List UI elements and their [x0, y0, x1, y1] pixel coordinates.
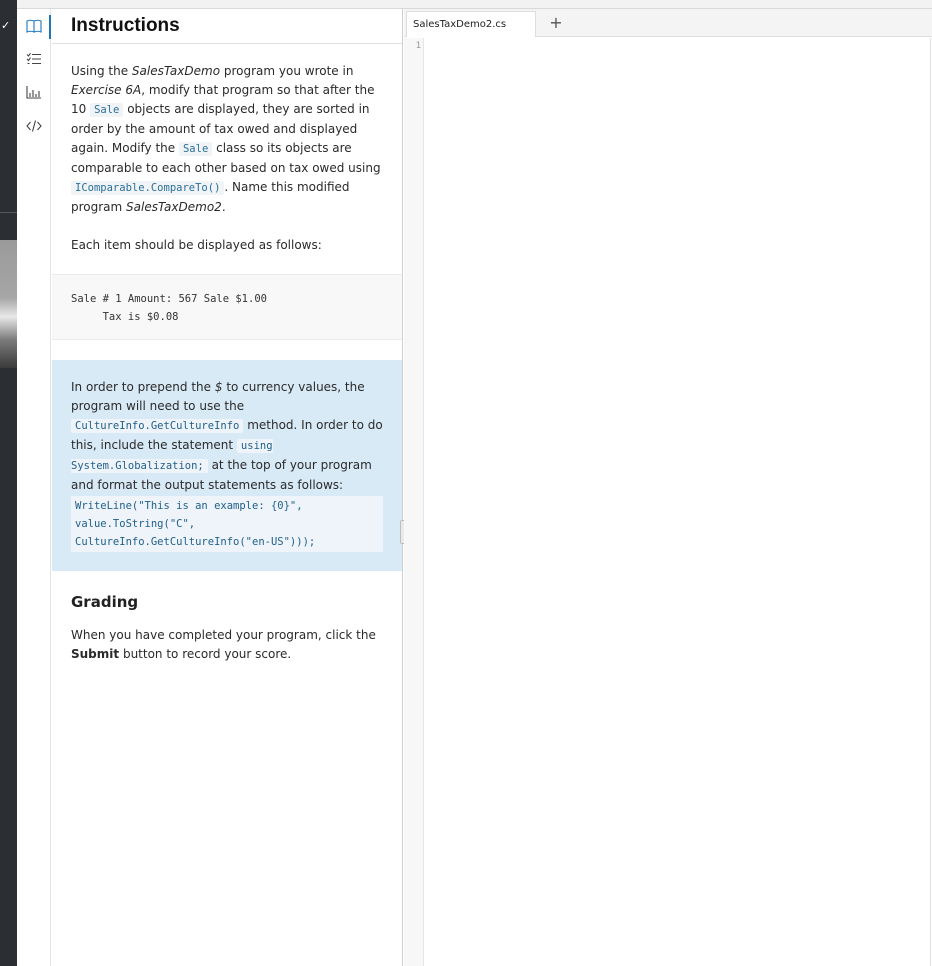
instructions-header: Instructions	[52, 9, 402, 44]
text: .	[221, 200, 226, 214]
currency-symbol: $	[214, 380, 223, 394]
instructions-paragraph-2: Each item should be displayed as follows…	[71, 238, 322, 252]
inline-code: CultureInfo.GetCultureInfo	[71, 419, 244, 433]
file-tab[interactable]: SalesTaxDemo2.cs	[406, 11, 536, 37]
bar-chart-icon[interactable]	[17, 77, 51, 107]
top-strip	[0, 0, 932, 9]
inline-code: IComparable.CompareTo()	[71, 181, 225, 195]
add-file-button[interactable]: +	[544, 11, 568, 33]
program-name: SalesTaxDemo2	[126, 200, 222, 214]
code-editor: SalesTaxDemo2.cs + 1	[404, 9, 932, 966]
instructions-panel: Instructions Using the SalesTaxDemo prog…	[52, 9, 403, 966]
instructions-paragraph-1: Using the SalesTaxDemo program you wrote…	[52, 62, 402, 217]
instructions-title: Instructions	[71, 15, 180, 36]
exercise-name: Exercise 6A	[71, 83, 142, 97]
rail-scroll-thumb[interactable]	[0, 240, 17, 368]
code-line: value.ToString("C",	[75, 518, 196, 530]
grading-text: When you have completed your program, cl…	[71, 626, 383, 664]
note-code-block: WriteLine("This is an example: {0}", val…	[71, 496, 383, 552]
editor-tab-bar: SalesTaxDemo2.cs +	[404, 9, 932, 37]
text: In order to prepend the	[71, 380, 215, 394]
book-icon[interactable]	[17, 11, 51, 41]
checklist-icon[interactable]	[17, 44, 51, 74]
inline-code: Sale	[90, 103, 124, 117]
rail-divider	[0, 212, 17, 213]
line-number-gutter: 1	[404, 38, 424, 966]
text: button to record your score.	[119, 647, 292, 661]
text: Using the	[71, 64, 132, 78]
code-line: Tax is $0.08	[71, 311, 179, 323]
code-input-area[interactable]	[425, 38, 931, 966]
icon-sidebar	[17, 9, 51, 966]
example-output-block: Sale # 1 Amount: 567 Sale $1.00 Tax is $…	[52, 274, 402, 340]
code-line: CultureInfo.GetCultureInfo("en-US")));	[75, 536, 316, 548]
submit-label: Submit	[71, 647, 120, 661]
program-name: SalesTaxDemo	[131, 64, 221, 78]
grading-section: Grading When you have completed your pro…	[52, 593, 402, 664]
check-icon: ✓	[1, 19, 11, 32]
code-line: WriteLine("This is an example: {0}",	[75, 500, 303, 512]
left-rail: ✓	[0, 0, 17, 966]
grading-title: Grading	[71, 593, 139, 611]
code-line: Sale # 1 Amount: 567 Sale $1.00	[71, 293, 267, 305]
info-note: In order to prepend the $ to currency va…	[52, 360, 402, 571]
line-number: 1	[415, 41, 421, 51]
text: When you have completed your program, cl…	[71, 628, 376, 642]
code-icon[interactable]	[17, 111, 51, 141]
inline-code: Sale	[178, 142, 213, 156]
text: program you wrote in	[220, 64, 354, 78]
